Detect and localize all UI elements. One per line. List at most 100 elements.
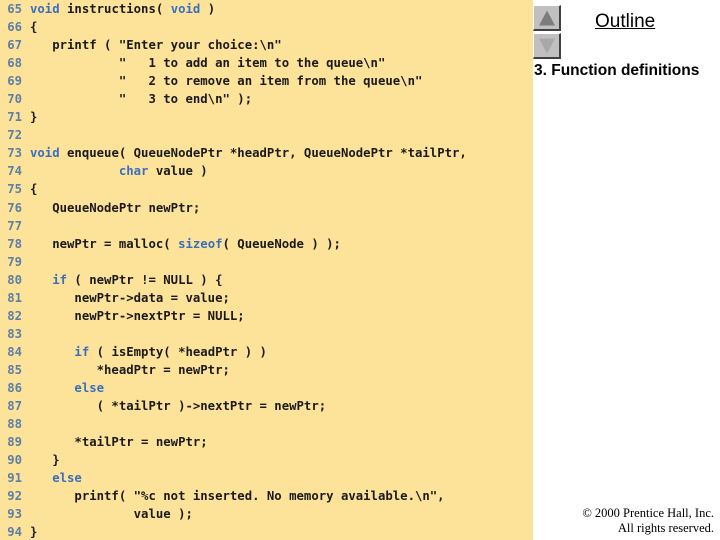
code-line: 71} [0, 108, 533, 126]
code-line: 68 " 1 to add an item to the queue\n" [0, 54, 533, 72]
line-number: 94 [7, 525, 22, 540]
line-number: 80 [7, 272, 22, 287]
code-line: 79 [0, 253, 533, 271]
line-number: 70 [7, 92, 22, 107]
copyright-notice: © 2000 Prentice Hall, Inc. All rights re… [582, 506, 714, 535]
code-line: 94} [0, 523, 533, 540]
code-line-text: newPtr->nextPtr = NULL; [30, 307, 244, 325]
outline-item-function-definitions[interactable]: 3. Function definitions [534, 61, 720, 80]
line-number: 85 [7, 362, 22, 377]
code-line-text: } [30, 451, 60, 469]
code-token: ( isEmpty( *headPtr ) ) [89, 344, 267, 359]
code-line: 89 *tailPtr = newPtr; [0, 433, 533, 451]
code-line-text: printf ( "Enter your choice:\n" [30, 36, 282, 54]
line-number: 78 [7, 236, 22, 251]
code-line-text: void instructions( void ) [30, 0, 215, 18]
code-line: 91 else [0, 469, 533, 487]
code-token: { [30, 182, 38, 197]
line-number: 89 [7, 435, 22, 450]
copyright-line-2: All rights reserved. [617, 520, 714, 535]
code-keyword: else [74, 380, 105, 395]
code-line: 75 { [0, 180, 533, 198]
code-token: instructions( [59, 2, 171, 16]
code-line: 76 QueueNodePtr newPtr; [0, 199, 533, 217]
outline-nav-buttons [533, 5, 567, 61]
code-line: 93 value ); [0, 505, 533, 523]
line-number: 65 [7, 2, 22, 16]
code-line: 74 char value ) [0, 162, 533, 180]
code-line: 83 [0, 325, 533, 343]
code-token: } [30, 110, 38, 125]
triangle-down-icon [538, 38, 555, 53]
code-line-text: char value ) [30, 162, 208, 180]
code-token: } [30, 525, 38, 540]
code-keyword: void [170, 2, 201, 16]
code-line: 66 { [0, 18, 533, 36]
code-line: 92 printf( "%c not inserted. No memory a… [0, 487, 533, 505]
line-number: 92 [7, 489, 22, 504]
code-line-text: } [30, 108, 37, 126]
code-token: newPtr->data = value; [30, 290, 230, 305]
code-keyword: char [118, 164, 149, 179]
line-number: 73 [7, 146, 22, 161]
code-token: { [30, 20, 38, 35]
outline-title: Outline [595, 11, 656, 32]
code-listing-panel: 65 void instructions( void ) 66 {67 printf … [0, 0, 533, 540]
outline-item-list: 3. Function definitions [534, 61, 720, 80]
code-line: 88 [0, 415, 533, 433]
line-number: 67 [7, 38, 22, 53]
code-line: 87 ( *tailPtr )->nextPtr = newPtr; [0, 397, 533, 415]
line-number: 93 [7, 507, 22, 522]
line-number: 81 [7, 290, 22, 305]
line-number: 74 [7, 164, 22, 179]
code-keyword: else [52, 471, 82, 486]
outline-panel: Outline 3. Function definitions © 2000 P… [533, 0, 720, 540]
code-token: printf ( "Enter your choice:\n" [30, 38, 282, 53]
code-line-text: " 1 to add an item to the queue\n" [30, 54, 386, 72]
code-token: *headPtr = newPtr; [30, 362, 230, 377]
code-line: 84 if ( isEmpty( *headPtr ) ) [0, 343, 533, 361]
code-line-text: QueueNodePtr newPtr; [30, 199, 200, 217]
code-line-text: if ( isEmpty( *headPtr ) ) [30, 343, 267, 361]
code-line: 85 *headPtr = newPtr; [0, 361, 533, 379]
code-token: ) [200, 2, 216, 16]
line-number: 68 [7, 56, 22, 71]
line-number: 91 [7, 471, 22, 486]
code-line-text: printf( "%c not inserted. No memory avai… [30, 487, 444, 505]
line-number: 72 [7, 128, 22, 143]
line-number: 82 [7, 308, 22, 323]
code-line: 65 void instructions( void ) [0, 0, 533, 18]
code-token: value ) [148, 164, 208, 179]
code-line: 70 " 3 to end\n" ); [0, 90, 533, 108]
code-line: 82 newPtr->nextPtr = NULL; [0, 307, 533, 325]
line-number: 86 [7, 380, 22, 395]
code-token: " 3 to end\n" ); [30, 92, 253, 107]
code-line: 80 if ( newPtr != NULL ) { [0, 271, 533, 289]
code-line: 90 } [0, 451, 533, 469]
code-keyword: void [30, 146, 60, 161]
code-line: 72 [0, 126, 533, 144]
code-keyword: if [52, 272, 68, 287]
code-keyword: sizeof [178, 236, 223, 251]
scroll-up-button[interactable] [533, 5, 561, 31]
line-number: 71 [7, 110, 22, 125]
code-line-text: } [30, 523, 37, 540]
scroll-down-button[interactable] [533, 33, 561, 59]
line-number: 83 [7, 326, 22, 341]
code-lines-container: 65 void instructions( void ) 66 {67 printf … [0, 0, 533, 540]
line-number: 84 [7, 344, 22, 359]
code-token: ( newPtr != NULL ) { [67, 272, 223, 287]
code-keyword: void [30, 2, 60, 16]
line-number: 75 [7, 182, 22, 197]
code-line-text: else [30, 379, 104, 397]
code-token: } [30, 453, 60, 468]
line-number: 76 [7, 200, 22, 215]
code-line-text: *tailPtr = newPtr; [30, 433, 207, 451]
triangle-up-icon [538, 10, 555, 25]
code-token: QueueNodePtr newPtr; [30, 200, 201, 215]
code-line: 69 " 2 to remove an item from the queue\… [0, 72, 533, 90]
code-line: 78 newPtr = malloc( sizeof( QueueNode ) … [0, 235, 533, 253]
